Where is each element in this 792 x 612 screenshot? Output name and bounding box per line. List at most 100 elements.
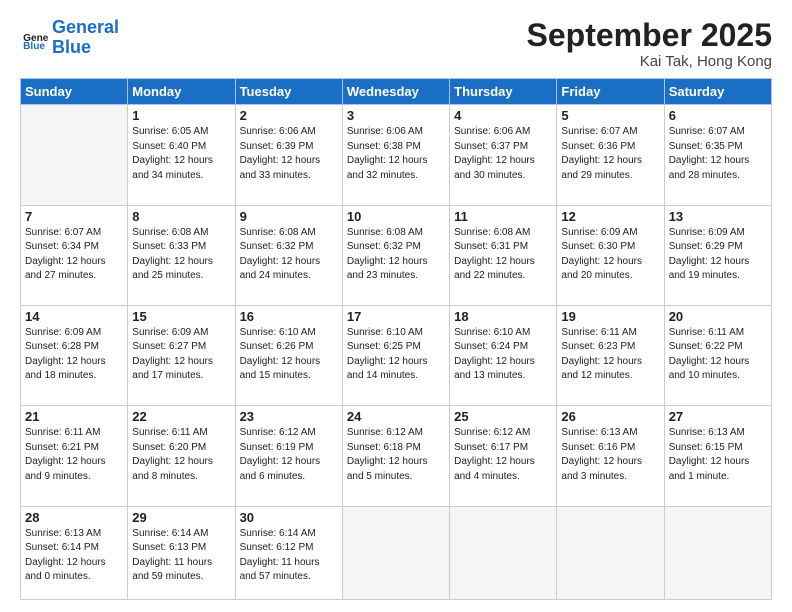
day-info: Sunrise: 6:14 AM Sunset: 6:12 PM Dayligh… <box>240 527 338 585</box>
day-info: Sunrise: 6:08 AM Sunset: 6:31 PM Dayligh… <box>454 226 552 284</box>
day-info: Sunrise: 6:14 AM Sunset: 6:13 PM Dayligh… <box>132 527 230 585</box>
calendar-cell <box>664 506 771 600</box>
day-info: Sunrise: 6:08 AM Sunset: 6:33 PM Dayligh… <box>132 226 230 284</box>
day-info: Sunrise: 6:09 AM Sunset: 6:30 PM Dayligh… <box>561 226 659 284</box>
weekday-header-thursday: Thursday <box>450 79 557 105</box>
calendar-week-row: 7 Sunrise: 6:07 AM Sunset: 6:34 PM Daylig… <box>21 205 772 305</box>
calendar-cell: 25 Sunrise: 6:12 AM Sunset: 6:17 PM Dayli… <box>450 406 557 506</box>
calendar-cell: 12 Sunrise: 6:09 AM Sunset: 6:30 PM Dayli… <box>557 205 664 305</box>
day-info: Sunrise: 6:13 AM Sunset: 6:15 PM Dayligh… <box>669 426 767 484</box>
weekday-header-saturday: Saturday <box>664 79 771 105</box>
calendar-table: SundayMondayTuesdayWednesdayThursdayFrid… <box>20 78 772 600</box>
location-subtitle: Kai Tak, Hong Kong <box>527 53 772 70</box>
day-number: 19 <box>561 309 659 324</box>
logo-general: General <box>52 17 119 37</box>
calendar-cell <box>21 105 128 205</box>
day-number: 14 <box>25 309 123 324</box>
day-info: Sunrise: 6:08 AM Sunset: 6:32 PM Dayligh… <box>240 226 338 284</box>
day-info: Sunrise: 6:05 AM Sunset: 6:40 PM Dayligh… <box>132 125 230 183</box>
day-info: Sunrise: 6:12 AM Sunset: 6:19 PM Dayligh… <box>240 426 338 484</box>
calendar-cell: 14 Sunrise: 6:09 AM Sunset: 6:28 PM Dayli… <box>21 305 128 405</box>
header: General Blue General Blue September 2025… <box>20 18 772 70</box>
calendar-cell <box>450 506 557 600</box>
calendar-cell: 27 Sunrise: 6:13 AM Sunset: 6:15 PM Dayli… <box>664 406 771 506</box>
month-title: September 2025 <box>527 18 772 53</box>
day-info: Sunrise: 6:06 AM Sunset: 6:37 PM Dayligh… <box>454 125 552 183</box>
weekday-header-tuesday: Tuesday <box>235 79 342 105</box>
day-number: 21 <box>25 409 123 424</box>
day-number: 27 <box>669 409 767 424</box>
day-number: 23 <box>240 409 338 424</box>
calendar-week-row: 14 Sunrise: 6:09 AM Sunset: 6:28 PM Dayli… <box>21 305 772 405</box>
calendar-cell: 1 Sunrise: 6:05 AM Sunset: 6:40 PM Daylig… <box>128 105 235 205</box>
calendar-cell: 11 Sunrise: 6:08 AM Sunset: 6:31 PM Dayli… <box>450 205 557 305</box>
calendar-cell: 18 Sunrise: 6:10 AM Sunset: 6:24 PM Dayli… <box>450 305 557 405</box>
calendar-cell <box>342 506 449 600</box>
calendar-cell: 26Sunrise: 6:13 AM Sunset: 6:16 PM Dayli… <box>557 406 664 506</box>
day-info: Sunrise: 6:06 AM Sunset: 6:38 PM Dayligh… <box>347 125 445 183</box>
day-info: Sunrise: 6:12 AM Sunset: 6:17 PM Dayligh… <box>454 426 552 484</box>
day-number: 6 <box>669 108 767 123</box>
calendar-cell: 8 Sunrise: 6:08 AM Sunset: 6:33 PM Daylig… <box>128 205 235 305</box>
day-number: 22 <box>132 409 230 424</box>
day-number: 15 <box>132 309 230 324</box>
calendar-cell: 28 Sunrise: 6:13 AM Sunset: 6:14 PM Dayli… <box>21 506 128 600</box>
calendar-cell: 22Sunrise: 6:11 AM Sunset: 6:20 PM Dayli… <box>128 406 235 506</box>
day-number: 18 <box>454 309 552 324</box>
day-info: Sunrise: 6:08 AM Sunset: 6:32 PM Dayligh… <box>347 226 445 284</box>
calendar-cell: 3Sunrise: 6:06 AM Sunset: 6:38 PM Daylig… <box>342 105 449 205</box>
calendar-header-row: SundayMondayTuesdayWednesdayThursdayFrid… <box>21 79 772 105</box>
day-number: 10 <box>347 209 445 224</box>
calendar-cell: 2 Sunrise: 6:06 AM Sunset: 6:39 PM Daylig… <box>235 105 342 205</box>
calendar-week-row: 28 Sunrise: 6:13 AM Sunset: 6:14 PM Dayli… <box>21 506 772 600</box>
day-number: 12 <box>561 209 659 224</box>
calendar-week-row: 21 Sunrise: 6:11 AM Sunset: 6:21 PM Dayli… <box>21 406 772 506</box>
day-number: 11 <box>454 209 552 224</box>
calendar-cell: 30 Sunrise: 6:14 AM Sunset: 6:12 PM Dayli… <box>235 506 342 600</box>
day-number: 13 <box>669 209 767 224</box>
day-number: 30 <box>240 510 338 525</box>
calendar-cell: 4Sunrise: 6:06 AM Sunset: 6:37 PM Daylig… <box>450 105 557 205</box>
day-info: Sunrise: 6:10 AM Sunset: 6:26 PM Dayligh… <box>240 326 338 384</box>
day-number: 29 <box>132 510 230 525</box>
weekday-header-wednesday: Wednesday <box>342 79 449 105</box>
day-info: Sunrise: 6:07 AM Sunset: 6:36 PM Dayligh… <box>561 125 659 183</box>
day-number: 24 <box>347 409 445 424</box>
day-number: 8 <box>132 209 230 224</box>
day-info: Sunrise: 6:07 AM Sunset: 6:35 PM Dayligh… <box>669 125 767 183</box>
svg-text:Blue: Blue <box>23 41 45 52</box>
calendar-cell: 21 Sunrise: 6:11 AM Sunset: 6:21 PM Dayli… <box>21 406 128 506</box>
day-number: 25 <box>454 409 552 424</box>
day-number: 7 <box>25 209 123 224</box>
calendar-cell: 9 Sunrise: 6:08 AM Sunset: 6:32 PM Daylig… <box>235 205 342 305</box>
calendar-cell: 23 Sunrise: 6:12 AM Sunset: 6:19 PM Dayli… <box>235 406 342 506</box>
day-info: Sunrise: 6:10 AM Sunset: 6:24 PM Dayligh… <box>454 326 552 384</box>
day-info: Sunrise: 6:09 AM Sunset: 6:29 PM Dayligh… <box>669 226 767 284</box>
day-info: Sunrise: 6:11 AM Sunset: 6:21 PM Dayligh… <box>25 426 123 484</box>
day-number: 2 <box>240 108 338 123</box>
day-info: Sunrise: 6:09 AM Sunset: 6:28 PM Dayligh… <box>25 326 123 384</box>
day-number: 5 <box>561 108 659 123</box>
day-info: Sunrise: 6:07 AM Sunset: 6:34 PM Dayligh… <box>25 226 123 284</box>
day-number: 16 <box>240 309 338 324</box>
day-info: Sunrise: 6:11 AM Sunset: 6:23 PM Dayligh… <box>561 326 659 384</box>
calendar-cell: 19 Sunrise: 6:11 AM Sunset: 6:23 PM Dayli… <box>557 305 664 405</box>
title-block: September 2025 Kai Tak, Hong Kong <box>527 18 772 70</box>
day-info: Sunrise: 6:13 AM Sunset: 6:14 PM Dayligh… <box>25 527 123 585</box>
day-number: 1 <box>132 108 230 123</box>
calendar-cell: 15Sunrise: 6:09 AM Sunset: 6:27 PM Dayli… <box>128 305 235 405</box>
logo-text: General Blue <box>52 18 119 58</box>
page: General Blue General Blue September 2025… <box>0 0 792 612</box>
logo-blue: Blue <box>52 37 91 57</box>
calendar-cell: 5 Sunrise: 6:07 AM Sunset: 6:36 PM Daylig… <box>557 105 664 205</box>
day-number: 20 <box>669 309 767 324</box>
day-info: Sunrise: 6:06 AM Sunset: 6:39 PM Dayligh… <box>240 125 338 183</box>
calendar-cell: 6 Sunrise: 6:07 AM Sunset: 6:35 PM Daylig… <box>664 105 771 205</box>
day-info: Sunrise: 6:13 AM Sunset: 6:16 PM Dayligh… <box>561 426 659 484</box>
day-number: 9 <box>240 209 338 224</box>
weekday-header-sunday: Sunday <box>21 79 128 105</box>
day-info: Sunrise: 6:10 AM Sunset: 6:25 PM Dayligh… <box>347 326 445 384</box>
day-number: 28 <box>25 510 123 525</box>
logo-icon: General Blue <box>20 24 48 52</box>
calendar-cell: 17Sunrise: 6:10 AM Sunset: 6:25 PM Dayli… <box>342 305 449 405</box>
